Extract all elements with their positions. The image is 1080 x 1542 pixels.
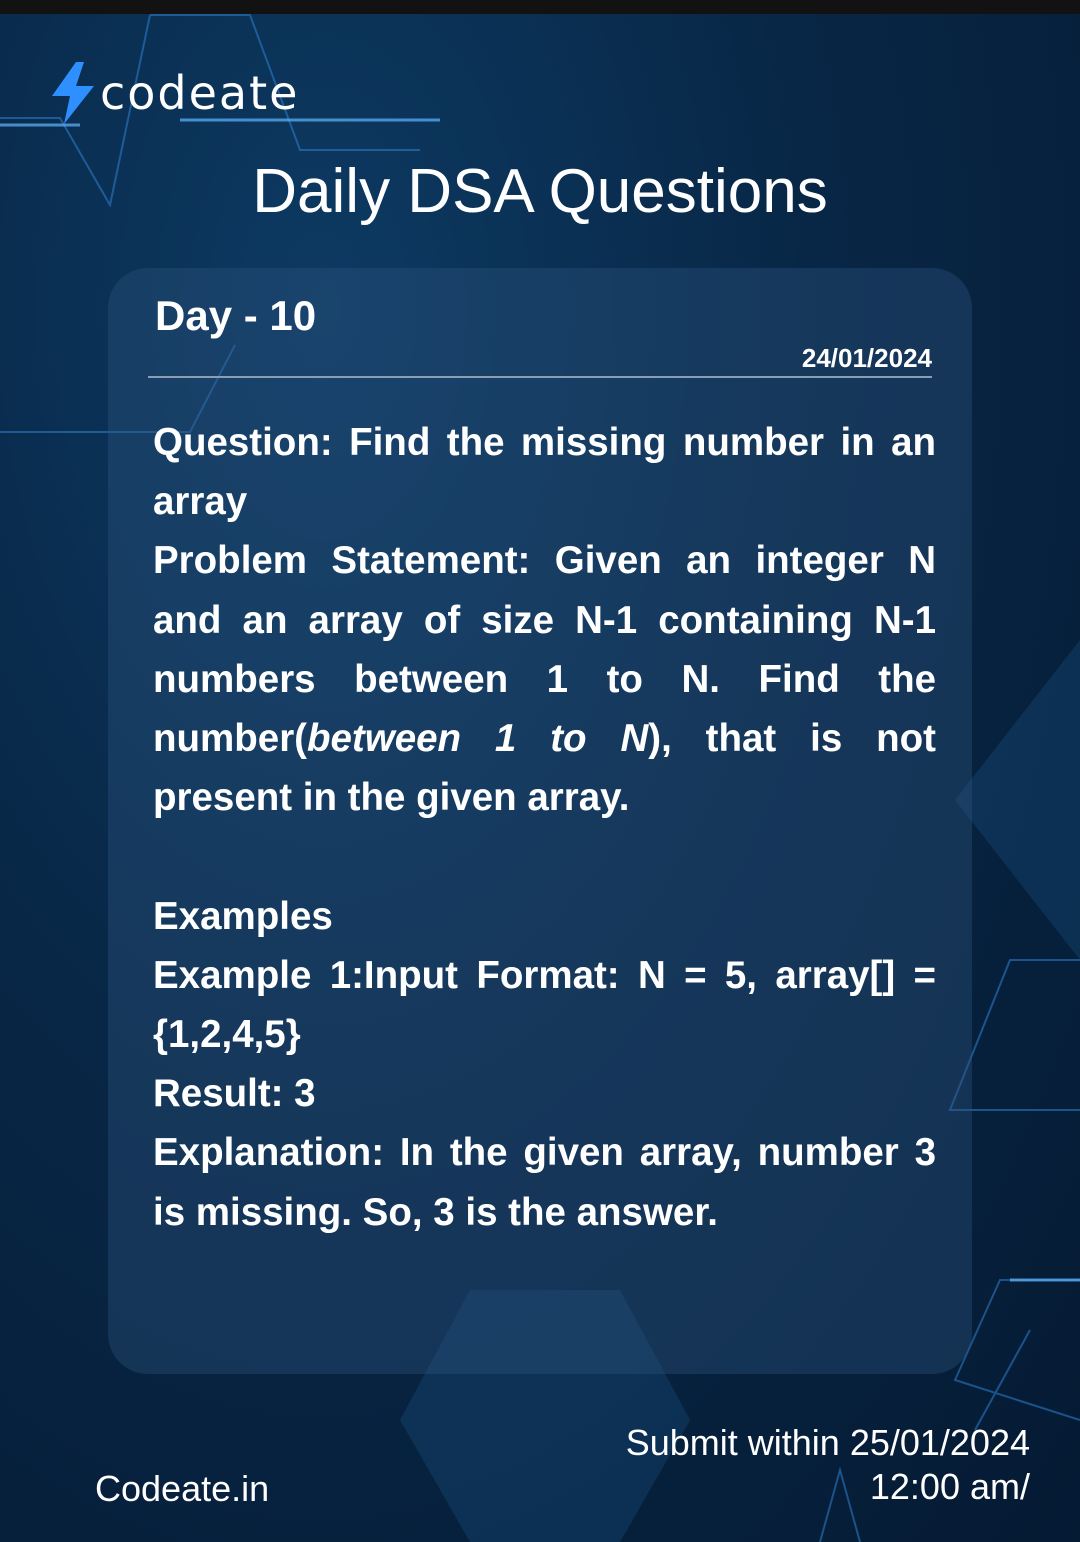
result-text: Result: 3: [153, 1072, 316, 1116]
codeate-logo: codeate: [50, 62, 299, 124]
explanation-text: Explanation: In the given array, number …: [153, 1131, 936, 1234]
question-text: Question: Find the missing number in an …: [153, 413, 936, 531]
site-link[interactable]: Codeate.in: [95, 1468, 269, 1510]
page-title: Daily DSA Questions: [252, 157, 828, 226]
day-label: Day - 10: [155, 292, 317, 339]
deadline-line-2: 12:00 am/: [869, 1466, 1030, 1507]
statement-italic: between 1 to N: [307, 717, 649, 761]
date-label: 24/01/2024: [801, 343, 932, 373]
lightning-bolt-icon: [52, 62, 94, 124]
question-card: Day - 10 24/01/2024 Question: Find the m…: [108, 268, 972, 1374]
question-prefix: Question:: [153, 421, 350, 464]
question-content: Question: Find the missing number in an …: [153, 413, 936, 1242]
problem-statement: Problem Statement: Given an integer N an…: [153, 531, 936, 827]
deadline-line-1: Submit within 25/01/2024: [625, 1422, 1030, 1463]
brand-name: codeate: [100, 66, 300, 120]
example-1: Example 1:Input Format: N = 5, array[] =…: [153, 953, 936, 1057]
divider: [148, 376, 932, 378]
deadline: Submit within 25/01/2024 12:00 am/: [626, 1421, 1030, 1509]
examples-heading: Examples: [153, 894, 333, 938]
